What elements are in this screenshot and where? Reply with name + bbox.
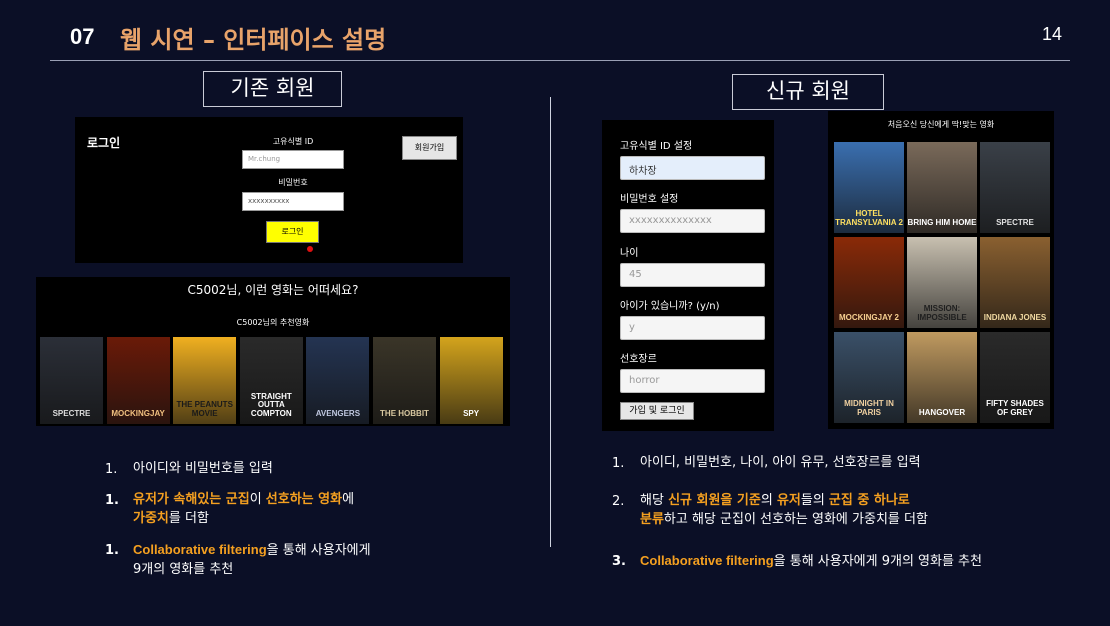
step-text: Collaborative filtering을 통해 사용자에게 9개의 영화… <box>640 552 1090 572</box>
step-text: 해당 신규 회원을 기준의 유저들의 군집 중 하나로분류하고 해당 군집이 선… <box>640 492 1090 530</box>
movie-poster-title: SPY <box>463 408 480 418</box>
new-member-label: 신규 회원 <box>732 74 884 110</box>
movie-poster[interactable]: INDIANA JONES <box>980 237 1050 328</box>
step-text-span: 에 <box>342 492 355 507</box>
movie-poster[interactable]: HANGOVER <box>907 332 977 423</box>
step-text-span: 의 <box>760 493 777 508</box>
genre-label: 선호장르 <box>620 354 657 365</box>
id-label: 고유식별 ID <box>272 137 314 146</box>
signup-login-button[interactable]: 가입 및 로그인 <box>620 402 694 420</box>
highlighted-text: 분류 <box>640 511 664 527</box>
movie-poster-title: INDIANA JONES <box>983 312 1047 322</box>
signup-panel: 고유식별 ID 설정 하차장 비밀번호 설정 xxxxxxxxxxxxxx 나이… <box>602 120 774 431</box>
movie-poster[interactable]: MOCKINGJAY <box>106 337 170 424</box>
new-password-input[interactable]: xxxxxxxxxxxxxx <box>620 209 765 233</box>
movie-poster-title: MOCKINGJAY 2 <box>838 312 900 322</box>
kids-input[interactable]: y <box>620 316 765 340</box>
movie-poster[interactable]: MISSION: IMPOSSIBLE <box>907 237 977 328</box>
kids-label: 아이가 있습니까? (y/n) <box>620 301 720 312</box>
step-text: 아이디와 비밀번호를 입력 <box>133 460 463 479</box>
login-heading: 로그인 <box>87 136 121 150</box>
new-id-input[interactable]: 하차장 <box>620 156 765 180</box>
step-number: 1. <box>105 462 118 477</box>
highlighted-text: 군집 중 하나로 <box>828 493 910 508</box>
section-number: 07 <box>70 24 95 49</box>
title-divider <box>50 60 1070 61</box>
recommend-headline: C5002님, 이런 영화는 어떠세요? <box>187 283 359 297</box>
password-label: 비밀번호 <box>278 178 308 187</box>
new-password-label: 비밀번호 설정 <box>620 194 679 205</box>
movie-poster[interactable]: SPECTRE <box>980 142 1050 233</box>
highlighted-text: 유저가 속해있는 군집 <box>133 492 250 507</box>
genre-input[interactable]: horror <box>620 369 765 393</box>
step-number: 1. <box>105 493 119 508</box>
step-text-span: 9개의 영화를 추천 <box>133 561 234 577</box>
movie-poster[interactable]: BRING HIM HOME <box>907 142 977 233</box>
age-input[interactable]: 45 <box>620 263 765 287</box>
movie-poster-title: SPECTRE <box>52 408 91 418</box>
movie-poster[interactable]: STRAIGHT OUTTA COMPTON <box>239 337 303 424</box>
highlighted-text: 유저 <box>776 493 801 508</box>
step-number: 3. <box>612 554 626 569</box>
vertical-divider <box>550 97 551 547</box>
id-input[interactable]: Mr.chung <box>242 150 344 169</box>
step-number: 2. <box>612 494 625 509</box>
existing-recommend-panel: C5002님, 이런 영화는 어떠세요? C5002님의 추천영화 SPECTR… <box>36 277 510 426</box>
highlighted-text: 신규 회원을 기준 <box>668 493 761 508</box>
new-recommend-headline: 처음오신 당신에게 딱!맞는 영화 <box>887 120 995 129</box>
movie-poster-title: AVENGERS <box>315 408 361 418</box>
age-label: 나이 <box>620 248 639 259</box>
highlighted-text: 선호하는 영화 <box>265 492 343 507</box>
movie-poster[interactable]: HOTEL TRANSYLVANIA 2 <box>834 142 904 233</box>
movie-poster[interactable]: SPY <box>439 337 503 424</box>
step-text-span: 하고 해당 군집이 선호하는 영화에 가중치를 더함 <box>663 511 928 527</box>
slide: 07 웹 시연 – 인터페이스 설명 14 기존 회원 로그인 고유식별 ID … <box>0 0 1110 626</box>
movie-poster[interactable]: MIDNIGHT IN PARIS <box>834 332 904 423</box>
login-panel: 로그인 고유식별 ID Mr.chung 비밀번호 xxxxxxxxxx 로그인… <box>75 117 463 263</box>
movie-poster[interactable]: FIFTY SHADES OF GREY <box>980 332 1050 423</box>
signup-button[interactable]: 회원가입 <box>402 136 457 160</box>
movie-poster-title: MISSION: IMPOSSIBLE <box>917 304 967 322</box>
cursor-marker <box>307 246 313 252</box>
recommend-sublabel: C5002님의 추천영화 <box>236 318 310 327</box>
step-text: 아이디, 비밀번호, 나이, 아이 유무, 선호장르를 입력 <box>640 454 1090 473</box>
highlighted-text: Collaborative filtering <box>640 553 774 568</box>
step-text-span: 들의 <box>800 493 829 508</box>
movie-poster-title: THE PEANUTS MOVIE <box>176 400 233 418</box>
step-text-span: 를 더함 <box>168 510 209 526</box>
movie-poster-title: FIFTY SHADES OF GREY <box>986 399 1044 417</box>
movie-poster[interactable]: MOCKINGJAY 2 <box>834 237 904 328</box>
step-text-span: 아이디, 비밀번호, 나이, 아이 유무, 선호장르를 입력 <box>640 455 921 470</box>
step-text-span: 아이디와 비밀번호를 입력 <box>133 461 273 476</box>
step-text-span: 이 <box>249 492 266 507</box>
step-text: 유저가 속해있는 군집이 선호하는 영화에가중치를 더함 <box>133 491 463 529</box>
movie-poster-title: HOTEL TRANSYLVANIA 2 <box>835 209 903 227</box>
new-id-label: 고유식별 ID 설정 <box>620 141 693 152</box>
movie-poster-title: BRING HIM HOME <box>907 217 977 227</box>
password-input[interactable]: xxxxxxxxxx <box>242 192 344 211</box>
movie-poster[interactable]: THE PEANUTS MOVIE <box>173 337 237 424</box>
movie-poster[interactable]: SPECTRE <box>40 337 103 424</box>
step-text-span: 을 통해 사용자에게 9개의 영화를 추천 <box>773 554 982 569</box>
page-number: 14 <box>1042 24 1063 44</box>
movie-poster-title: STRAIGHT OUTTA COMPTON <box>250 391 292 418</box>
movie-poster-title: MOCKINGJAY <box>111 408 165 418</box>
highlighted-text: 가중치 <box>133 510 169 526</box>
movie-poster[interactable]: THE HOBBIT <box>373 337 436 424</box>
step-number: 1. <box>105 543 119 558</box>
highlighted-text: Collaborative filtering <box>133 542 267 557</box>
movie-poster[interactable]: AVENGERS <box>306 337 370 424</box>
movie-poster-title: THE HOBBIT <box>380 408 429 418</box>
login-button[interactable]: 로그인 <box>266 221 319 243</box>
slide-title: 웹 시연 – 인터페이스 설명 <box>120 26 387 54</box>
step-text-span: 해당 <box>640 493 669 508</box>
new-recommend-panel: 처음오신 당신에게 딱!맞는 영화 HOTEL TRANSYLVANIA 2 BR… <box>828 111 1054 429</box>
step-number: 1. <box>612 456 625 471</box>
movie-poster-title: HANGOVER <box>918 407 966 417</box>
movie-poster-title: SPECTRE <box>996 217 1034 227</box>
step-text: Collaborative filtering을 통해 사용자에게 9개의 영화를… <box>133 541 463 580</box>
existing-member-label: 기존 회원 <box>203 71 342 107</box>
step-text-span: 을 통해 사용자에게 <box>266 543 371 558</box>
movie-poster-title: MIDNIGHT IN PARIS <box>844 399 894 417</box>
